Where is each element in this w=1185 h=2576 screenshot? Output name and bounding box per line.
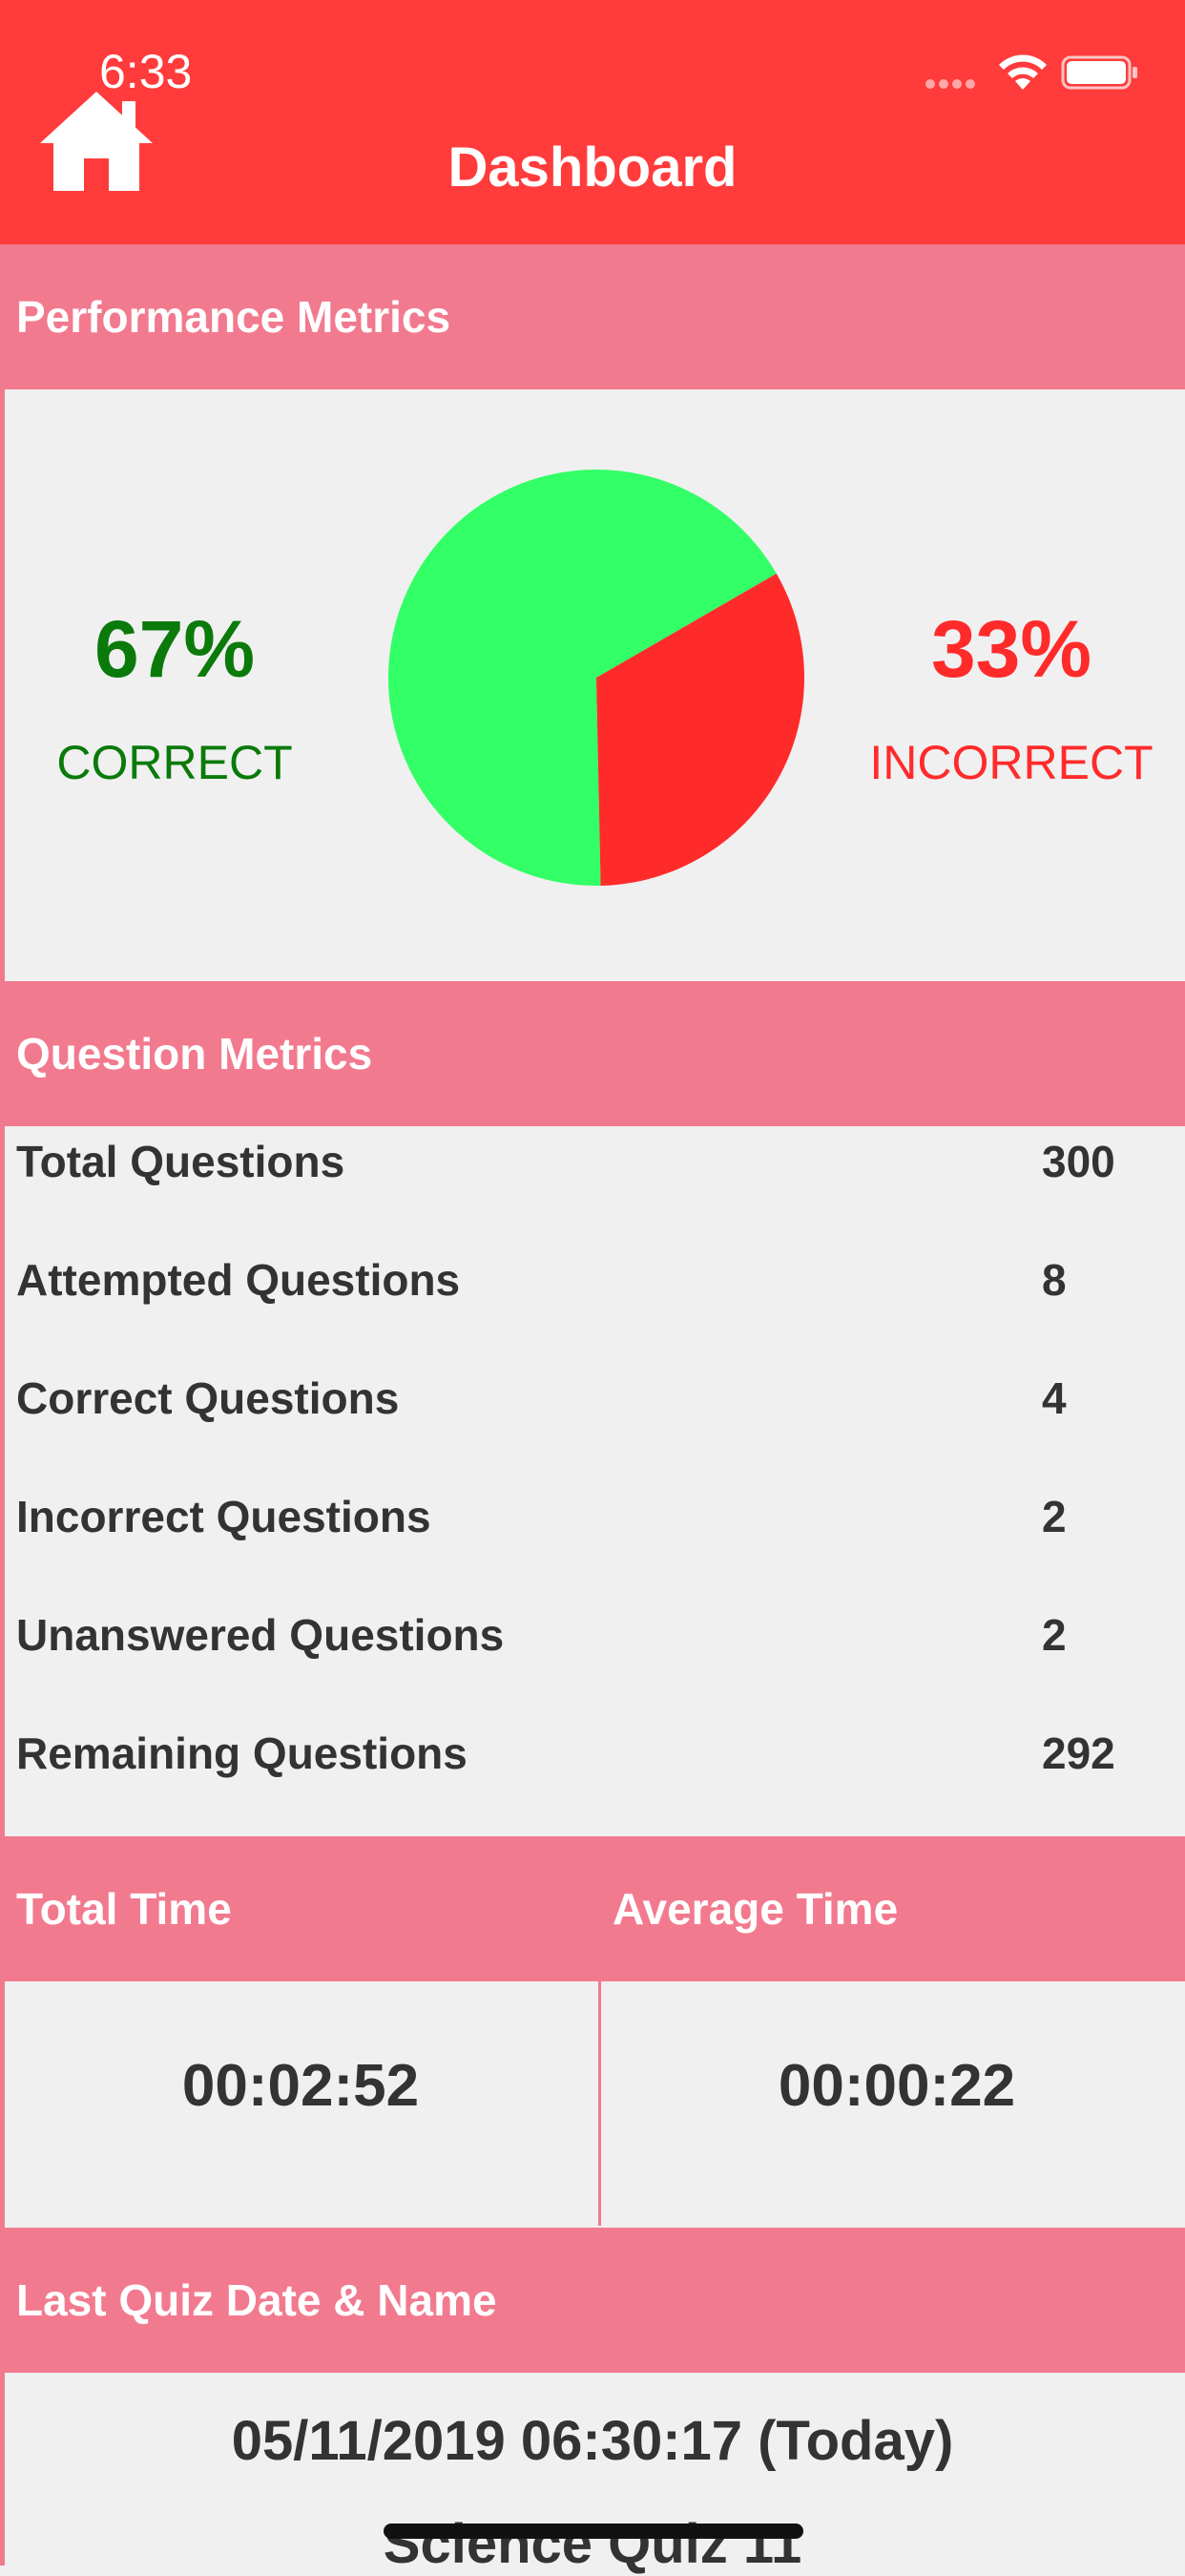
page-title: Dashboard bbox=[447, 136, 738, 199]
metric-label: Incorrect Questions bbox=[16, 1492, 431, 1541]
average-time-header: Average Time bbox=[601, 1836, 1185, 1981]
metric-value: 2 bbox=[1042, 1610, 1067, 1660]
last-quiz-header: Last Quiz Date & Name bbox=[5, 2228, 1185, 2373]
total-time-header: Total Time bbox=[5, 1836, 598, 1981]
incorrect-percent: 33% bbox=[930, 604, 1092, 694]
average-time-value: 00:00:22 bbox=[778, 2053, 1016, 2119]
metric-label: Remaining Questions bbox=[16, 1728, 468, 1778]
metric-row-total: Total Questions 300 bbox=[16, 1136, 1161, 1212]
correct-label: CORRECT bbox=[56, 736, 293, 789]
metric-value: 2 bbox=[1042, 1492, 1067, 1541]
total-time-value: 00:02:52 bbox=[181, 2053, 420, 2119]
metric-label: Attempted Questions bbox=[16, 1255, 461, 1305]
top-bar: 6:33 Dashboard bbox=[0, 0, 1185, 244]
home-indicator[interactable] bbox=[384, 2524, 803, 2539]
time-column-divider bbox=[598, 1836, 601, 2226]
battery-icon bbox=[1061, 55, 1137, 90]
metric-value: 292 bbox=[1042, 1728, 1115, 1778]
metric-value: 4 bbox=[1042, 1373, 1067, 1423]
performance-pie-chart bbox=[387, 469, 804, 886]
metric-row-unanswered: Unanswered Questions 2 bbox=[16, 1609, 1161, 1686]
last-quiz-name: Science Quiz 11 bbox=[383, 2513, 802, 2575]
metric-label: Correct Questions bbox=[16, 1373, 400, 1423]
wifi-icon bbox=[999, 54, 1047, 90]
incorrect-label: INCORRECT bbox=[869, 736, 1154, 789]
left-accent-rule bbox=[0, 244, 5, 2566]
metric-value: 8 bbox=[1042, 1255, 1067, 1305]
metric-row-correct: Correct Questions 4 bbox=[16, 1372, 1161, 1449]
correct-percent: 67% bbox=[94, 604, 256, 694]
metric-label: Total Questions bbox=[16, 1137, 345, 1186]
last-quiz-date: 05/11/2019 06:30:17 (Today) bbox=[231, 2410, 954, 2472]
cellular-signal-icon bbox=[925, 76, 983, 89]
metric-value: 300 bbox=[1042, 1137, 1115, 1186]
metric-row-incorrect: Incorrect Questions 2 bbox=[16, 1491, 1161, 1567]
metric-row-remaining: Remaining Questions 292 bbox=[16, 1728, 1161, 1804]
metric-row-attempted: Attempted Questions 8 bbox=[16, 1254, 1161, 1330]
metric-label: Unanswered Questions bbox=[16, 1610, 505, 1660]
performance-metrics-header: Performance Metrics bbox=[5, 244, 1185, 389]
question-metrics-header: Question Metrics bbox=[5, 981, 1185, 1126]
